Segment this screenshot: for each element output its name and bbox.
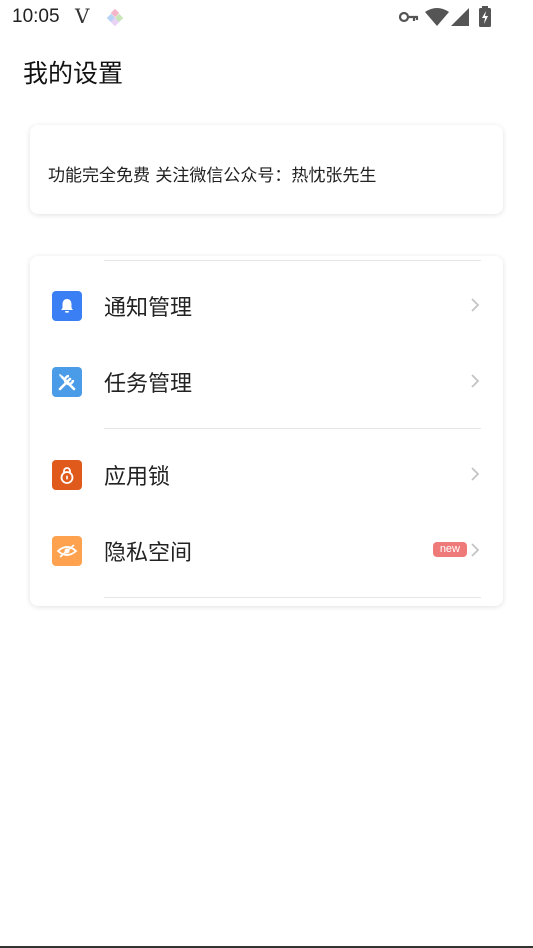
menu-item-label: 隐私空间 [104,541,193,566]
lock-icon [52,460,82,490]
chevron-right-icon [471,467,480,481]
settings-menu-card: 通知管理 任务管理 应用锁 隐私空间 new [30,256,503,606]
divider [104,597,481,598]
chevron-right-icon [471,374,480,388]
eye-hidden-icon [52,536,82,566]
carrier-v-icon: V [75,4,90,28]
menu-item-label: 通知管理 [104,296,193,321]
menu-item-label: 任务管理 [104,372,193,397]
new-badge: new [432,542,467,557]
app-diamond-icon [106,9,124,27]
menu-item-private-space[interactable]: 隐私空间 new [30,519,503,583]
wifi-icon [425,8,449,26]
notice-text: 功能完全免费 关注微信公众号：热忱张先生 [48,166,377,186]
chevron-right-icon [471,298,480,312]
menu-item-notification-management[interactable]: 通知管理 [30,274,503,338]
notice-card: 功能完全免费 关注微信公众号：热忱张先生 [30,125,503,214]
bell-icon [52,291,82,321]
chevron-right-icon [471,543,480,557]
status-bar: 10:05 V [0,0,533,36]
tools-icon [52,367,82,397]
status-time: 10:05 [12,6,60,27]
menu-item-label: 应用锁 [104,465,171,490]
battery-icon [479,6,491,27]
menu-item-app-lock[interactable]: 应用锁 [30,443,503,507]
menu-item-task-management[interactable]: 任务管理 [30,350,503,414]
divider [104,428,481,429]
vpn-key-icon [399,11,419,23]
page-title: 我的设置 [23,59,124,88]
signal-icon [451,8,469,26]
divider [104,260,481,261]
